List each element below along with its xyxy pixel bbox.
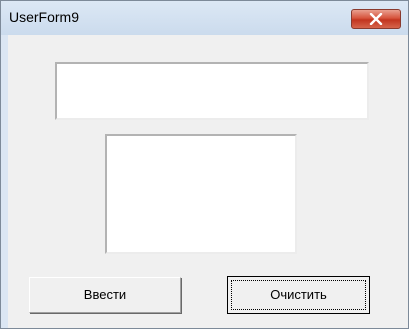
text-input[interactable] [55, 62, 369, 120]
title-bar[interactable]: UserForm9 [1, 1, 408, 35]
list-box[interactable] [105, 134, 297, 254]
clear-button[interactable]: Очистить [227, 276, 370, 314]
close-icon [369, 13, 383, 25]
clear-button-label: Очистить [231, 280, 366, 310]
userform-window: UserForm9 Ввести Очистить [0, 0, 409, 329]
enter-button[interactable]: Ввести [29, 277, 181, 313]
form-client-area: Ввести Очистить [8, 35, 408, 328]
close-button[interactable] [351, 9, 401, 29]
window-title: UserForm9 [9, 9, 80, 25]
